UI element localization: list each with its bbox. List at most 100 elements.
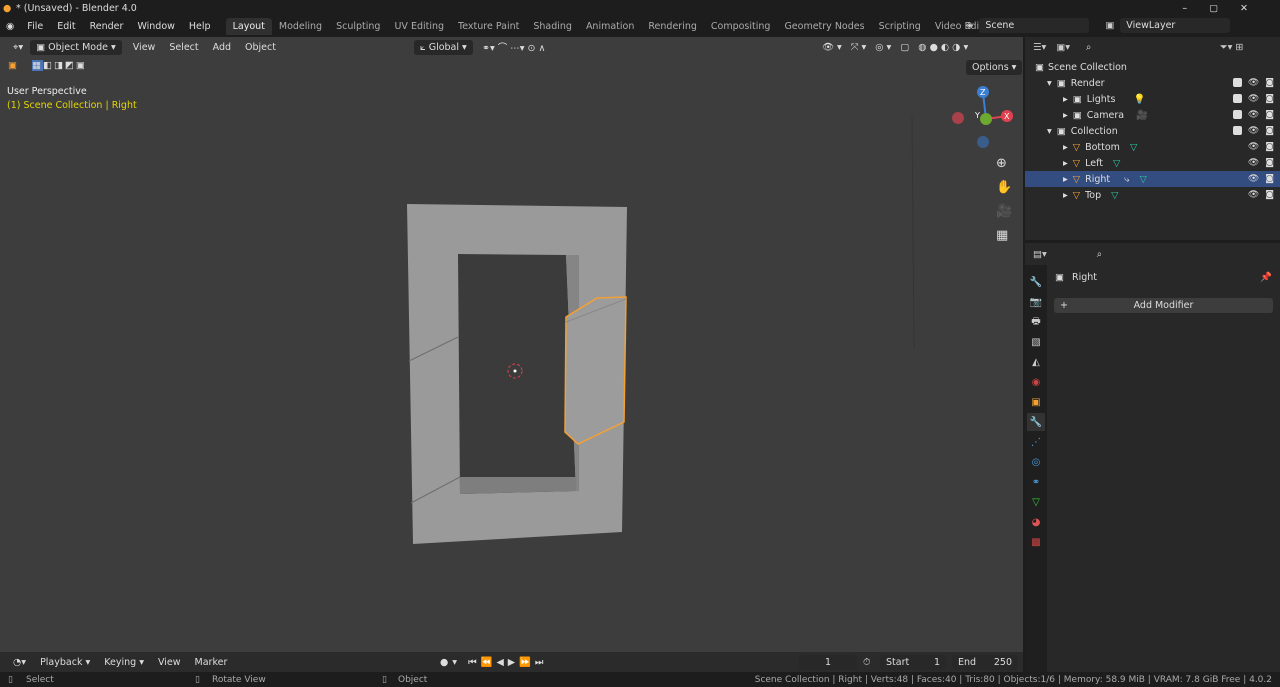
stopwatch-icon[interactable]: ⏱ (863, 657, 870, 668)
visibility-eye-icon[interactable]: 👁 (1248, 190, 1259, 200)
current-frame-field[interactable]: 1 (799, 654, 857, 670)
visibility-eye-icon[interactable]: 👁 (1248, 142, 1259, 152)
render-camera-icon[interactable]: ◙ (1265, 94, 1274, 104)
menu-edit[interactable]: Edit (50, 21, 82, 32)
workspace-tab-layout[interactable]: Layout (225, 18, 272, 35)
properties-tabs[interactable]: 🔧 📷 🖶 ▧ ◭ ◉ ▣ 🔧 ⋰ ◎ ⚭ ▽ ◕ ▩ (1025, 265, 1047, 672)
scene-icon[interactable]: ◈ (966, 20, 973, 31)
visibility-eye-icon[interactable]: 👁 (1248, 110, 1259, 120)
editor-type-icon[interactable]: ⌖▾ (6, 40, 30, 55)
orientation-selector[interactable]: ⟀ Global ▾ (414, 39, 473, 55)
expand-arrow-icon[interactable]: ▸ (1063, 174, 1068, 185)
data-tab-icon: ▽ (1032, 496, 1040, 508)
menu-view[interactable]: View (126, 40, 163, 55)
expand-arrow-icon[interactable]: ▾ (1047, 78, 1052, 89)
select-box-tool-icon[interactable]: ▣ (8, 60, 17, 71)
outliner-item[interactable]: ▾ ▣ Render 👁 ◙ (1025, 75, 1280, 91)
menu-help[interactable]: Help (182, 21, 218, 32)
timeline-editor-icon[interactable]: ◔▾ (6, 655, 33, 670)
exclude-checkbox[interactable] (1232, 110, 1242, 119)
visibility-eye-icon[interactable]: 👁 (1248, 78, 1259, 88)
playback-controls[interactable]: ●▾ ⏮⏪◀▶⏩⏭ (440, 657, 547, 668)
expand-arrow-icon[interactable]: ▾ (1047, 126, 1052, 137)
selection-mode-buttons[interactable]: ▦◧◨◩▣ (32, 60, 87, 71)
menu-object[interactable]: Object (238, 40, 283, 55)
3d-viewport[interactable]: Z X Y (0, 37, 1023, 652)
workspace-tab-modeling[interactable]: Modeling (272, 18, 329, 35)
menu-select[interactable]: Select (162, 40, 205, 55)
menu-file[interactable]: File (20, 21, 50, 32)
workspace-tab-scripting[interactable]: Scripting (872, 18, 928, 35)
outliner-item[interactable]: ▸ ▽ Top ▽ 👁 ◙ (1025, 187, 1280, 203)
workspace-tab-geometry-nodes[interactable]: Geometry Nodes (777, 18, 871, 35)
mode-selector[interactable]: ▣ Object Mode ▾ (30, 39, 122, 55)
options-button[interactable]: Options ▾ (966, 60, 1023, 75)
menu-add[interactable]: Add (206, 40, 238, 55)
status-object-hint: Object (398, 674, 428, 685)
menu-window[interactable]: Window (130, 21, 181, 32)
outliner-scene-collection[interactable]: ▣ Scene Collection (1025, 59, 1280, 75)
viewport-nav-buttons[interactable]: ⊕ ✋ 🎥 ▦ (996, 152, 1014, 248)
visibility-eye-icon[interactable]: 👁 (1248, 94, 1259, 104)
outliner-search[interactable]: ⌕ (1080, 39, 1171, 55)
scene-tab-icon: ◭ (1032, 356, 1040, 368)
view-layer-icon[interactable]: ▣ (1105, 20, 1114, 31)
menu-render[interactable]: Render (83, 21, 131, 32)
outliner-item[interactable]: ▸ ▽ Bottom ▽ 👁 ◙ (1025, 139, 1280, 155)
render-camera-icon[interactable]: ◙ (1265, 142, 1274, 152)
exclude-checkbox[interactable] (1232, 94, 1242, 103)
filter-icon[interactable]: ⏷▾ ⊞ (1220, 42, 1243, 53)
workspace-tab-uv-editing[interactable]: UV Editing (387, 18, 451, 35)
visibility-eye-icon[interactable]: 👁 (1248, 126, 1259, 136)
workspace-tab-shading[interactable]: Shading (526, 18, 579, 35)
expand-arrow-icon[interactable]: ▸ (1063, 142, 1068, 153)
pin-icon[interactable]: 📌 (1260, 272, 1272, 283)
display-mode-icon[interactable]: ▣▾ (1056, 42, 1070, 53)
workspace-tab-texture-paint[interactable]: Texture Paint (451, 18, 526, 35)
exclude-checkbox[interactable] (1232, 78, 1242, 87)
properties-editor-icon[interactable]: ▤▾ (1033, 249, 1047, 260)
render-camera-icon[interactable]: ◙ (1265, 110, 1274, 120)
render-camera-icon[interactable]: ◙ (1265, 190, 1274, 200)
visibility-eye-icon[interactable]: 👁 (1248, 174, 1259, 184)
workspace-tab-animation[interactable]: Animation (579, 18, 641, 35)
workspace-tab-compositing[interactable]: Compositing (704, 18, 778, 35)
expand-arrow-icon[interactable]: ▸ (1063, 158, 1068, 169)
mouse-left-icon: ▯ (8, 674, 13, 685)
visibility-eye-icon[interactable]: 👁 (1248, 158, 1259, 168)
render-camera-icon[interactable]: ◙ (1265, 78, 1274, 88)
properties-search[interactable]: ⌕ (1090, 246, 1181, 262)
exclude-checkbox[interactable] (1232, 126, 1242, 135)
scene-statistics: Scene Collection | Right | Verts:48 | Fa… (754, 674, 1272, 685)
window-title: * (Unsaved) - Blender 4.0 (16, 2, 137, 14)
end-frame-field[interactable]: End 250 (952, 654, 1018, 670)
view-layer-selector[interactable]: ViewLayer (1120, 18, 1231, 33)
outliner-item[interactable]: ▸ ▽ Left ▽ 👁 ◙ (1025, 155, 1280, 171)
pivot-snap-proportional-tools[interactable]: ⚭▾ ⌒ ⋯▾ ⊙ ∧ (482, 40, 546, 54)
workspace-tab-rendering[interactable]: Rendering (641, 18, 704, 35)
blender-menu-icon[interactable]: ◉ (6, 21, 14, 32)
render-camera-icon[interactable]: ◙ (1265, 174, 1274, 184)
outliner-editor-icon[interactable]: ☰▾ (1033, 42, 1046, 53)
add-modifier-button[interactable]: + Add Modifier (1054, 298, 1273, 313)
outliner-item[interactable]: ▸ ▣ Lights 💡 👁 ◙ (1025, 91, 1280, 107)
expand-arrow-icon[interactable]: ▸ (1063, 94, 1068, 105)
render-camera-icon[interactable]: ◙ (1265, 126, 1274, 136)
outliner-item[interactable]: ▸ ▣ Camera 🎥 👁 ◙ (1025, 107, 1280, 123)
scene-selector[interactable]: Scene (979, 18, 1090, 33)
expand-arrow-icon[interactable]: ▸ (1063, 110, 1068, 121)
camera-data-icon: 🎥 (1136, 109, 1148, 121)
outliner-item[interactable]: ▸ ▽ Right ⤷ ▽ 👁 ◙ (1025, 171, 1280, 187)
start-frame-field[interactable]: Start 1 (880, 654, 946, 670)
workspace-tab-sculpting[interactable]: Sculpting (329, 18, 387, 35)
menu-playback[interactable]: Playback ▾ (33, 655, 97, 670)
menu-timeline-view[interactable]: View (151, 655, 188, 670)
menu-marker[interactable]: Marker (188, 655, 235, 670)
window-controls[interactable]: –▢✕ (1182, 3, 1270, 14)
collection-icon: ▣ (1056, 125, 1066, 137)
render-camera-icon[interactable]: ◙ (1265, 158, 1274, 168)
menu-keying[interactable]: Keying ▾ (97, 655, 151, 670)
expand-arrow-icon[interactable]: ▸ (1063, 190, 1068, 201)
outliner-item[interactable]: ▾ ▣ Collection 👁 ◙ (1025, 123, 1280, 139)
viewport-shading-controls[interactable]: 👁▾ ⤧▾ ◎▾ ▢ ◍●◐◑▾ (822, 42, 971, 53)
